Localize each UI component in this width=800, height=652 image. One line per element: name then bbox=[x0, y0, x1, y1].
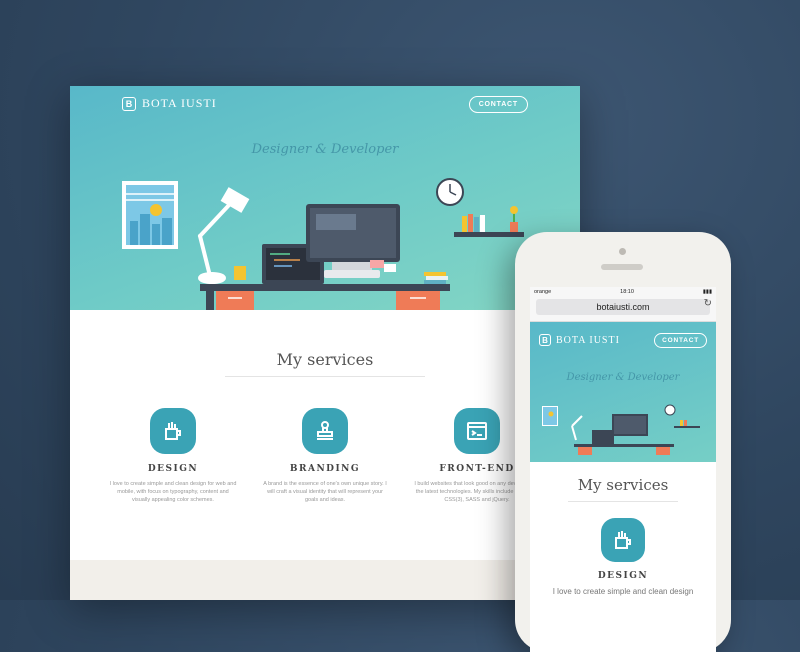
status-bar: orange 18:10 ▮▮▮ bbox=[530, 287, 716, 296]
workspace-illustration bbox=[122, 178, 524, 310]
phone-screen: orange 18:10 ▮▮▮ botaiusti.com ↻ B BOTA … bbox=[530, 287, 716, 652]
shelf-icon bbox=[454, 206, 524, 237]
window-picture-icon bbox=[122, 181, 178, 249]
service-name: BRANDING bbox=[289, 464, 361, 474]
service-desc: I love to create simple and clean design… bbox=[109, 481, 237, 503]
desktop-browser-mockup: B BOTA IUSTI CONTACT Designer & Develope… bbox=[70, 86, 580, 600]
mug-icon bbox=[234, 266, 246, 280]
service-design: DESIGN I love to create simple and clean… bbox=[103, 408, 243, 504]
mobile-tagline: Designer & Developer bbox=[566, 372, 680, 383]
mobile-services-title: My services bbox=[577, 476, 669, 494]
reload-icon[interactable]: ↻ bbox=[704, 298, 712, 309]
mobile-hero: B BOTA IUSTI CONTACT Designer & Develope… bbox=[530, 322, 716, 462]
service-desc: A brand is the essence of one's own uniq… bbox=[263, 481, 387, 503]
url-text: botaiusti.com bbox=[596, 302, 650, 312]
services-title: My services bbox=[276, 350, 374, 369]
pencil-cup-icon bbox=[601, 518, 645, 562]
url-field[interactable]: botaiusti.com bbox=[536, 299, 710, 315]
battery-icon: ▮▮▮ bbox=[702, 288, 712, 295]
brand-name: BOTA IUSTI bbox=[556, 334, 620, 346]
mobile-url-bar: botaiusti.com ↻ bbox=[530, 296, 716, 322]
mobile-workspace-illustration bbox=[542, 404, 700, 455]
carrier-label: orange bbox=[534, 288, 552, 295]
code-window-icon bbox=[454, 408, 500, 454]
title-divider bbox=[225, 376, 425, 377]
front-camera-icon bbox=[619, 248, 626, 255]
phone-mockup: orange 18:10 ▮▮▮ botaiusti.com ↻ B BOTA … bbox=[515, 232, 731, 652]
footer-band bbox=[70, 560, 580, 600]
service-name: DESIGN bbox=[147, 464, 199, 474]
speaker-grille bbox=[601, 264, 643, 270]
time-label: 18:10 bbox=[620, 288, 634, 295]
mobile-brand[interactable]: B BOTA IUSTI bbox=[539, 334, 620, 346]
logo-icon: B bbox=[539, 334, 551, 346]
service-branding: BRANDING A brand is the essence of one's… bbox=[255, 408, 395, 504]
books-on-desk-icon bbox=[424, 272, 448, 284]
wall-clock-icon bbox=[436, 178, 464, 206]
hero-section: B BOTA IUSTI CONTACT Designer & Develope… bbox=[70, 86, 580, 310]
mobile-service-desc: I love to create simple and clean design bbox=[552, 587, 694, 596]
stamp-icon bbox=[302, 408, 348, 454]
mobile-contact-button[interactable]: CONTACT bbox=[654, 333, 707, 348]
mobile-title-divider bbox=[568, 501, 678, 502]
mobile-service-name: DESIGN bbox=[597, 571, 649, 581]
pencil-cup-icon bbox=[150, 408, 196, 454]
desk-icon bbox=[200, 284, 450, 310]
services-section: My services DESIGN I love to create simp… bbox=[70, 310, 580, 560]
